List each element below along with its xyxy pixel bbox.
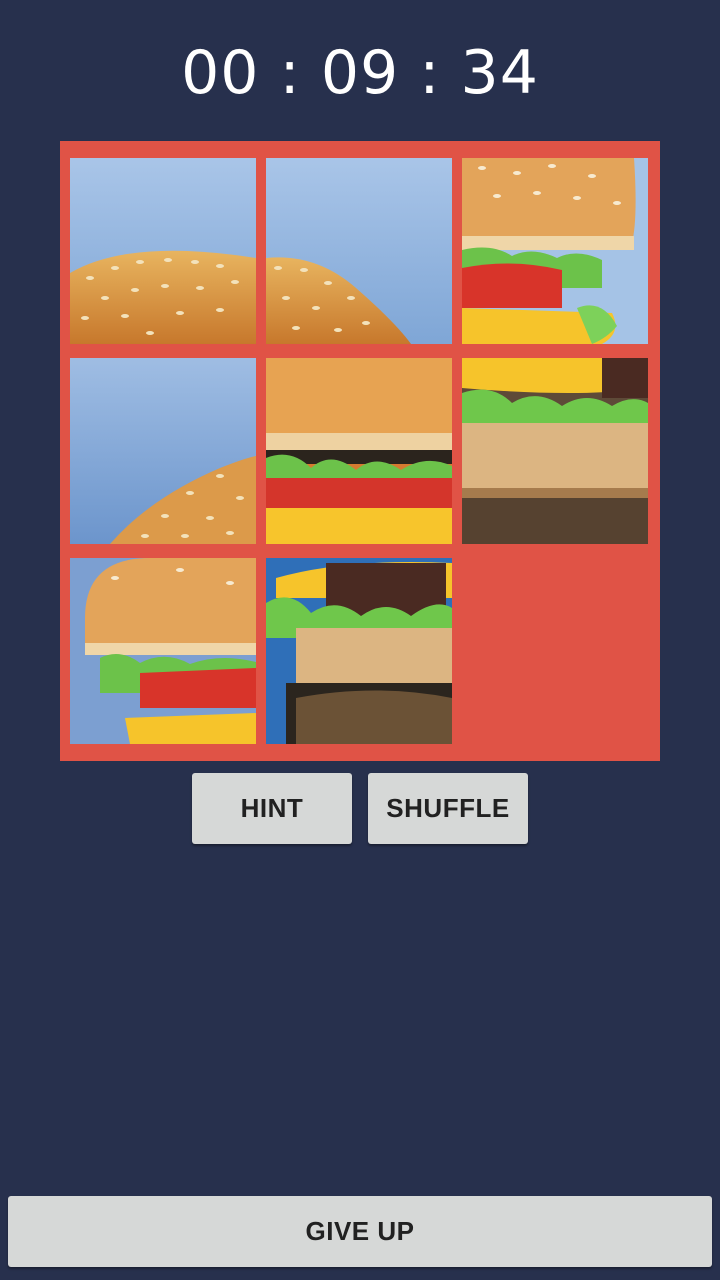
give-up-button[interactable]: GIVE UP (8, 1196, 712, 1267)
puzzle-tile[interactable] (266, 158, 452, 344)
hint-button[interactable]: HINT (192, 773, 352, 844)
puzzle-tile[interactable] (70, 158, 256, 344)
puzzle-tile[interactable] (70, 558, 256, 744)
puzzle-tile[interactable] (462, 358, 648, 544)
puzzle-tile[interactable] (266, 358, 452, 544)
shuffle-button[interactable]: SHUFFLE (368, 773, 528, 844)
puzzle-tile[interactable] (266, 558, 452, 744)
puzzle-tile[interactable] (70, 358, 256, 544)
puzzle-board (60, 141, 660, 761)
puzzle-tile[interactable] (462, 158, 648, 344)
game-timer: 00 : 09 : 34 (181, 38, 539, 108)
